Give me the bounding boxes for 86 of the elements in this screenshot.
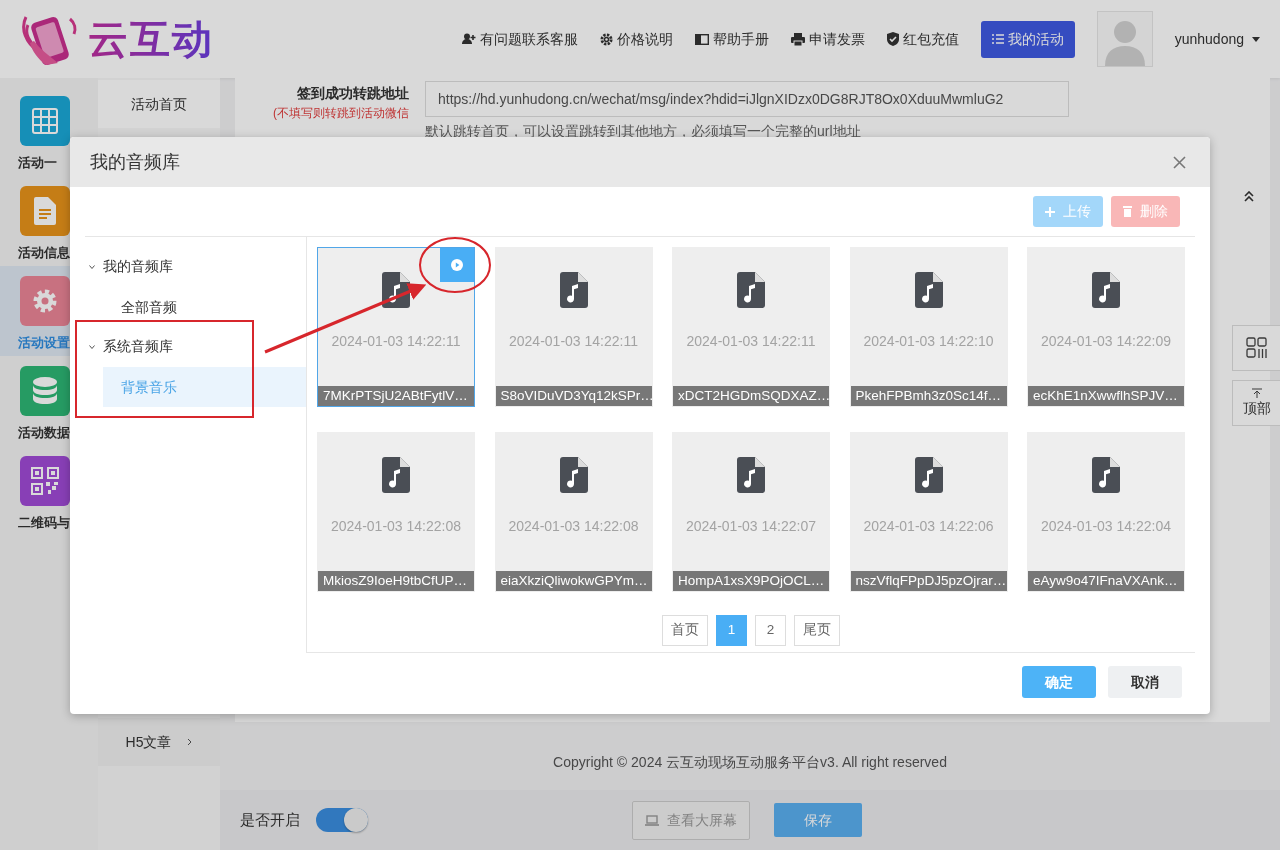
- grid-icon: [1245, 337, 1268, 359]
- file-name: MkiosZ9IoeH9tbCfUP…: [318, 571, 474, 591]
- file-name: eiaXkziQliwokwGPYm…: [495, 571, 652, 591]
- music-file-icon: [914, 272, 943, 308]
- document-icon: [34, 197, 56, 225]
- file-name: nszVflqFPpDJ5pzOjrar…: [850, 571, 1007, 591]
- audio-file-card[interactable]: 2024-01-03 14:22:09 ecKhE1nXwwflhSPJV…: [1027, 247, 1185, 407]
- play-icon: [451, 259, 463, 271]
- close-icon[interactable]: [1173, 155, 1186, 169]
- grid-icon: [32, 108, 58, 134]
- printer-icon: [790, 32, 805, 46]
- dialog-title: 我的音频库: [90, 150, 180, 174]
- plus-icon: [1045, 206, 1055, 217]
- nav-link[interactable]: 申请发票: [790, 28, 865, 50]
- file-date: 2024-01-03 14:22:04: [1040, 517, 1172, 536]
- monitor-icon: [645, 814, 659, 826]
- file-name: eAyw9o47IFnaVXAnk…: [1028, 571, 1184, 591]
- audio-file-card[interactable]: 2024-01-03 14:22:10 PkehFPBmh3z0Sc14f…: [849, 247, 1008, 407]
- file-date: 2024-01-03 14:22:06: [862, 517, 995, 536]
- music-file-icon: [559, 272, 588, 308]
- audio-file-card[interactable]: 2024-01-03 14:22:07 HompA1xsX9POjOCL…: [672, 432, 830, 592]
- copyright-text: Copyright © 2024 云互动现场互动服务平台v3. All right reserved: [552, 753, 948, 772]
- audio-file-card[interactable]: 2024-01-03 14:22:11 S8oVIDuVD3Yq12kSPr…: [494, 247, 653, 407]
- page-button[interactable]: 2: [755, 615, 786, 646]
- user-menu[interactable]: yunhudong: [1174, 28, 1260, 50]
- page-button[interactable]: 首页: [662, 615, 708, 646]
- trash-icon: [1123, 206, 1132, 217]
- badge-icon: [599, 32, 613, 46]
- music-file-icon: [1092, 272, 1120, 308]
- book-icon: [694, 33, 709, 45]
- toggle-switch[interactable]: [316, 808, 368, 832]
- music-file-icon: [382, 457, 410, 493]
- play-button[interactable]: [440, 248, 474, 282]
- page-button[interactable]: 尾页: [794, 615, 840, 646]
- list-icon: [991, 34, 1004, 44]
- file-date: 2024-01-03 14:22:10: [862, 332, 995, 351]
- caret-icon: [1252, 36, 1260, 42]
- audio-file-card[interactable]: 2024-01-03 14:22:11 7MKrPTSjU2ABtFytlV…: [317, 247, 475, 407]
- qr-code-icon: [31, 467, 59, 495]
- qr-code-button[interactable]: [1232, 325, 1280, 371]
- music-file-icon: [559, 457, 588, 493]
- field-label: 签到成功转跳地址: [296, 84, 409, 103]
- toggle-label: 是否开启: [240, 809, 300, 830]
- music-file-icon: [914, 457, 943, 493]
- arrow-up-icon: [1251, 387, 1262, 398]
- url-field[interactable]: https://hd.yunhudong.cn/wechat/msg/index?hdid=iJlgnXIDzx0DG8RJT8Ox0XduuMwmluG2: [425, 81, 1069, 117]
- tree-item[interactable]: 全部音频: [103, 287, 306, 327]
- file-name: HompA1xsX9POjOCL…: [673, 571, 829, 591]
- sidebar-item[interactable]: 二维码与: [0, 446, 98, 536]
- music-file-icon: [737, 457, 765, 493]
- file-date: 2024-01-03 14:22:11: [685, 332, 817, 351]
- nav-link[interactable]: 有问题联系客服: [461, 28, 578, 50]
- audio-file-card[interactable]: 2024-01-03 14:22:04 eAyw9o47IFnaVXAnk…: [1027, 432, 1185, 592]
- file-name: ecKhE1nXwwflhSPJV…: [1028, 386, 1184, 406]
- file-name: 7MKrPTSjU2ABtFytlV…: [318, 386, 474, 406]
- file-name: S8oVIDuVD3Yq12kSPr…: [495, 386, 652, 406]
- file-date: 2024-01-03 14:22:08: [330, 517, 462, 536]
- cancel-button[interactable]: 取消: [1108, 666, 1182, 698]
- my-activities-button[interactable]: 我的活动: [980, 20, 1075, 58]
- file-date: 2024-01-03 14:22:09: [1040, 332, 1172, 351]
- file-date: 2024-01-03 14:22:07: [685, 517, 817, 536]
- database-icon: [33, 377, 57, 405]
- file-date: 2024-01-03 14:22:08: [507, 517, 640, 536]
- shield-check-icon: [886, 32, 899, 46]
- back-to-top-button[interactable]: 顶部: [1232, 380, 1280, 426]
- music-file-icon: [737, 272, 765, 308]
- annotation-circle: [419, 237, 491, 293]
- user-plus-icon: [461, 33, 476, 45]
- subnav-item[interactable]: H5文章: [98, 718, 220, 766]
- nav-link[interactable]: 红包充值: [886, 28, 959, 50]
- subnav-item[interactable]: 活动首页: [98, 80, 220, 128]
- audio-file-card[interactable]: 2024-01-03 14:22:06 nszVflqFPpDJ5pzOjrar…: [849, 432, 1008, 592]
- audio-file-card[interactable]: 2024-01-03 14:22:08 eiaXkziQliwokwGPYm…: [494, 432, 653, 592]
- file-date: 2024-01-03 14:22:11: [508, 332, 639, 351]
- file-date: 2024-01-03 14:22:11: [330, 332, 462, 351]
- audio-file-card[interactable]: 2024-01-03 14:22:11 xDCT2HGDmSQDXAZ…: [672, 247, 830, 407]
- field-note: (不填写则转跳到活动微信: [272, 105, 409, 122]
- chevron-right-icon: [187, 738, 193, 746]
- nav-link[interactable]: 价格说明: [599, 28, 673, 50]
- audio-file-card[interactable]: 2024-01-03 14:22:08 MkiosZ9IoeH9tbCfUP…: [317, 432, 475, 592]
- gear-icon: [31, 287, 59, 315]
- file-name: PkehFPBmh3z0Sc14f…: [850, 386, 1007, 406]
- collapse-icon[interactable]: [1244, 191, 1254, 202]
- music-file-icon: [1092, 457, 1120, 493]
- nav-link[interactable]: 帮助手册: [694, 28, 769, 50]
- file-name: xDCT2HGDmSQDXAZ…: [673, 386, 829, 406]
